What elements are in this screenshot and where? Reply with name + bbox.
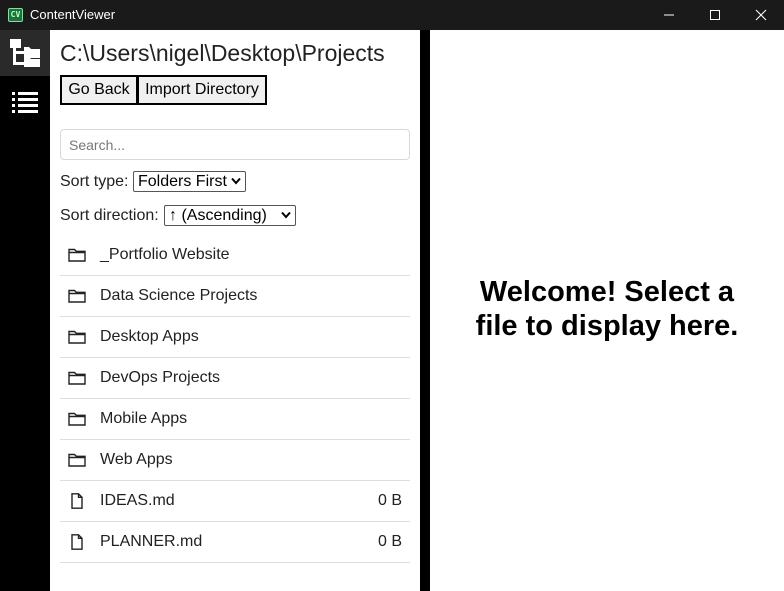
item-size: 0 B [377,533,402,550]
window-title: ContentViewer [30,7,116,22]
item-name: IDEAS.md [100,492,175,509]
chevron-down-icon [281,211,291,219]
list-item[interactable]: Mobile Apps [60,399,410,440]
close-icon [755,9,767,21]
folder-icon [68,371,86,385]
item-name: _Portfolio Website [100,246,230,263]
app-logo-icon: CV [8,8,23,22]
item-name: Data Science Projects [100,287,258,304]
welcome-line-1: Welcome! Select a [479,276,735,308]
folder-icon [68,248,86,262]
item-name: Web Apps [100,451,173,468]
maximize-icon [710,10,720,20]
list-item[interactable]: Desktop Apps [60,317,410,358]
item-size: 0 B [377,492,402,509]
title-bar: CV ContentViewer [0,0,784,30]
tree-view-button[interactable] [0,30,50,76]
list-item[interactable]: DevOps Projects [60,358,410,399]
item-name: Mobile Apps [100,410,188,427]
folder-icon [68,453,86,467]
list-item[interactable]: Web Apps [60,440,410,481]
chevron-down-icon [231,177,241,185]
go-back-button[interactable]: Go Back [60,75,138,105]
explorer-panel: C:\Users\nigel\Desktop\Projects Go Back … [50,30,420,591]
close-button[interactable] [738,0,784,30]
sort-type-label: Sort type: [60,173,129,190]
import-directory-button[interactable]: Import Directory [137,75,267,105]
file-icon [71,534,83,550]
list-view-icon [12,92,38,113]
folder-icon [68,289,86,303]
sort-type-select[interactable]: Folders First [133,171,246,192]
sort-direction-label: Sort direction: [60,207,159,224]
welcome-line-2: file to display here. [475,310,739,342]
sort-direction-select[interactable]: ↑ (Ascending) [164,205,296,226]
maximize-button[interactable] [692,0,738,30]
left-nav-bar [0,30,50,591]
sort-type-value: Folders First [138,172,227,190]
minimize-button[interactable] [646,0,692,30]
list-item[interactable]: _Portfolio Website [60,235,410,276]
current-path: C:\Users\nigel\Desktop\Projects [60,40,385,66]
file-icon [71,493,83,509]
tree-view-icon [10,39,40,67]
list-view-button[interactable] [0,80,50,126]
item-name: DevOps Projects [100,369,221,386]
folder-icon [68,412,86,426]
list-item[interactable]: Data Science Projects [60,276,410,317]
welcome-message: Welcome! Select a file to display here. [430,275,784,343]
sort-direction-value: ↑ (Ascending) [169,206,267,224]
item-name: PLANNER.md [100,533,203,550]
folder-icon [68,330,86,344]
list-item[interactable]: IDEAS.md 0 B [60,481,410,522]
panel-divider-handle[interactable] [420,30,430,591]
search-input[interactable] [60,129,410,160]
file-list: _Portfolio Website Data Science Projects… [60,235,410,563]
item-name: Desktop Apps [100,328,199,345]
content-viewer: Welcome! Select a file to display here. [430,30,784,591]
list-item[interactable]: PLANNER.md 0 B [60,522,410,563]
minimize-icon [664,14,674,16]
